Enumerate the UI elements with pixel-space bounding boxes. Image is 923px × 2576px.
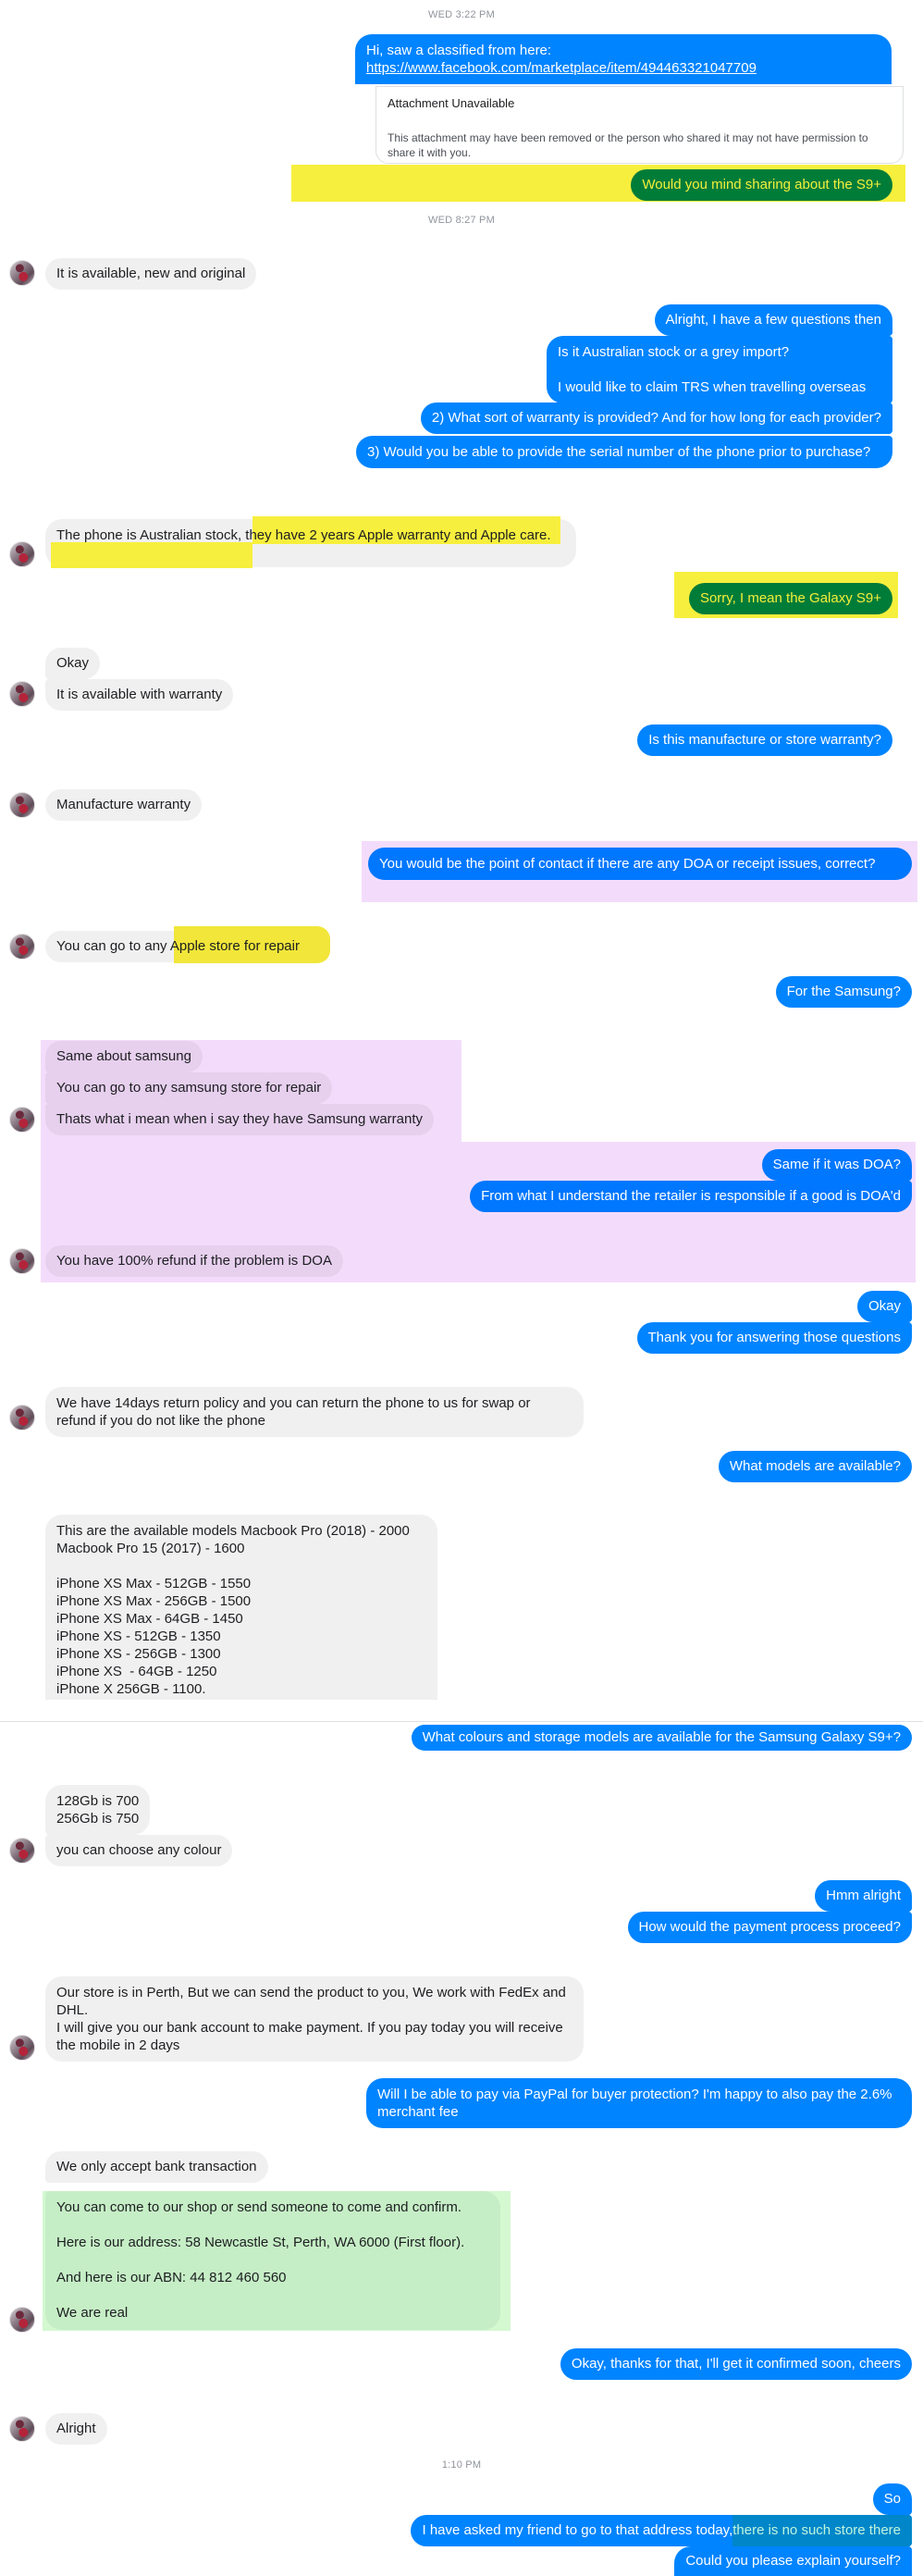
message-outgoing: Thank you for answering those questions bbox=[636, 1322, 912, 1354]
avatar[interactable] bbox=[9, 1405, 35, 1430]
message-text: Hi, saw a classified from here: bbox=[366, 43, 552, 58]
message-incoming: Alright bbox=[45, 2413, 107, 2445]
message-incoming: It is available with warranty bbox=[45, 679, 234, 711]
highlighted-text: there is no such store there bbox=[732, 2515, 912, 2546]
message-incoming: You have 100% refund if the problem is D… bbox=[45, 1245, 343, 1277]
message-outgoing-highlighted: Would you mind sharing about the S9+ bbox=[631, 169, 892, 201]
message-outgoing: Same if it was DOA? bbox=[761, 1149, 912, 1181]
message-outgoing: Hi, saw a classified from here: https://… bbox=[355, 34, 892, 84]
message-outgoing: Okay bbox=[856, 1291, 912, 1322]
message-outgoing: For the Samsung? bbox=[775, 976, 912, 1008]
avatar[interactable] bbox=[9, 2035, 35, 2061]
screenshot-seam-divider bbox=[0, 1721, 923, 1722]
message-outgoing: What colours and storage models are avai… bbox=[411, 1725, 912, 1751]
message-incoming: Our store is in Perth, But we can send t… bbox=[45, 1976, 584, 2062]
message-incoming-models-list: This are the available models Macbook Pr… bbox=[45, 1515, 437, 1700]
message-outgoing-highlighted: Sorry, I mean the Galaxy S9+ bbox=[688, 583, 892, 614]
message-incoming: You can go to any samsung store for repa… bbox=[45, 1072, 333, 1104]
message-outgoing: From what I understand the retailer is r… bbox=[470, 1181, 912, 1212]
message-incoming: You can come to our shop or send someone… bbox=[45, 2191, 500, 2330]
timestamp: WED 8:27 PM bbox=[428, 215, 495, 226]
message-outgoing: Okay, thanks for that, I'll get it confi… bbox=[560, 2348, 912, 2380]
attachment-description: This attachment may have been removed or… bbox=[388, 131, 868, 159]
message-outgoing: Will I be able to pay via PayPal for buy… bbox=[366, 2078, 912, 2128]
message-incoming: We have 14days return policy and you can… bbox=[45, 1387, 584, 1437]
message-outgoing: Hmm alright bbox=[815, 1880, 912, 1912]
avatar[interactable] bbox=[9, 1107, 35, 1133]
avatar[interactable] bbox=[9, 260, 35, 286]
avatar[interactable] bbox=[9, 541, 35, 567]
timestamp: 1:10 PM bbox=[441, 2459, 482, 2471]
message-incoming: We only accept bank transaction bbox=[45, 2151, 268, 2183]
message-incoming: Same about samsung bbox=[45, 1041, 203, 1072]
message-outgoing: How would the payment process proceed? bbox=[627, 1912, 912, 1943]
message-text: You can go to any Apple store for repair bbox=[56, 938, 300, 954]
message-outgoing: Could you please explain yourself? bbox=[674, 2546, 912, 2576]
message-text: Is it Australian stock or a grey import? bbox=[558, 344, 790, 360]
message-outgoing: 3) Would you be able to provide the seri… bbox=[356, 436, 892, 468]
message-outgoing: 2) What sort of warranty is provided? An… bbox=[420, 402, 892, 434]
avatar[interactable] bbox=[9, 2416, 35, 2442]
message-outgoing: I have asked my friend to go to that add… bbox=[411, 2515, 912, 2546]
message-outgoing: Alright, I have a few questions then bbox=[654, 304, 892, 336]
message-incoming: Thats what i mean when i say they have S… bbox=[45, 1104, 435, 1135]
marketplace-link[interactable]: https://www.facebook.com/marketplace/ite… bbox=[366, 60, 757, 76]
message-text: The phone is Australian stock, they have… bbox=[56, 527, 551, 543]
timestamp: WED 3:22 PM bbox=[428, 9, 495, 20]
avatar[interactable] bbox=[9, 2307, 35, 2333]
message-text: I would like to claim TRS when travellin… bbox=[558, 379, 867, 395]
message-incoming: you can choose any colour bbox=[45, 1835, 233, 1866]
attachment-card: Attachment Unavailable This attachment m… bbox=[375, 86, 904, 164]
message-incoming: Manufacture warranty bbox=[45, 789, 203, 821]
attachment-title: Attachment Unavailable bbox=[388, 96, 515, 110]
message-incoming: It is available, new and original bbox=[45, 258, 257, 290]
avatar[interactable] bbox=[9, 1248, 35, 1274]
message-outgoing: You would be the point of contact if the… bbox=[368, 848, 912, 880]
message-incoming: Okay bbox=[45, 648, 101, 679]
avatar[interactable] bbox=[9, 1838, 35, 1864]
avatar[interactable] bbox=[9, 681, 35, 707]
message-incoming: 128Gb is 700 256Gb is 750 bbox=[45, 1785, 151, 1835]
avatar[interactable] bbox=[9, 934, 35, 960]
message-outgoing: Is this manufacture or store warranty? bbox=[637, 724, 892, 756]
avatar[interactable] bbox=[9, 792, 35, 818]
message-outgoing: What models are available? bbox=[718, 1451, 912, 1482]
highlight-yellow bbox=[51, 542, 252, 568]
message-outgoing: So bbox=[872, 2483, 912, 2515]
message-outgoing: Is it Australian stock or a grey import?… bbox=[547, 336, 892, 403]
